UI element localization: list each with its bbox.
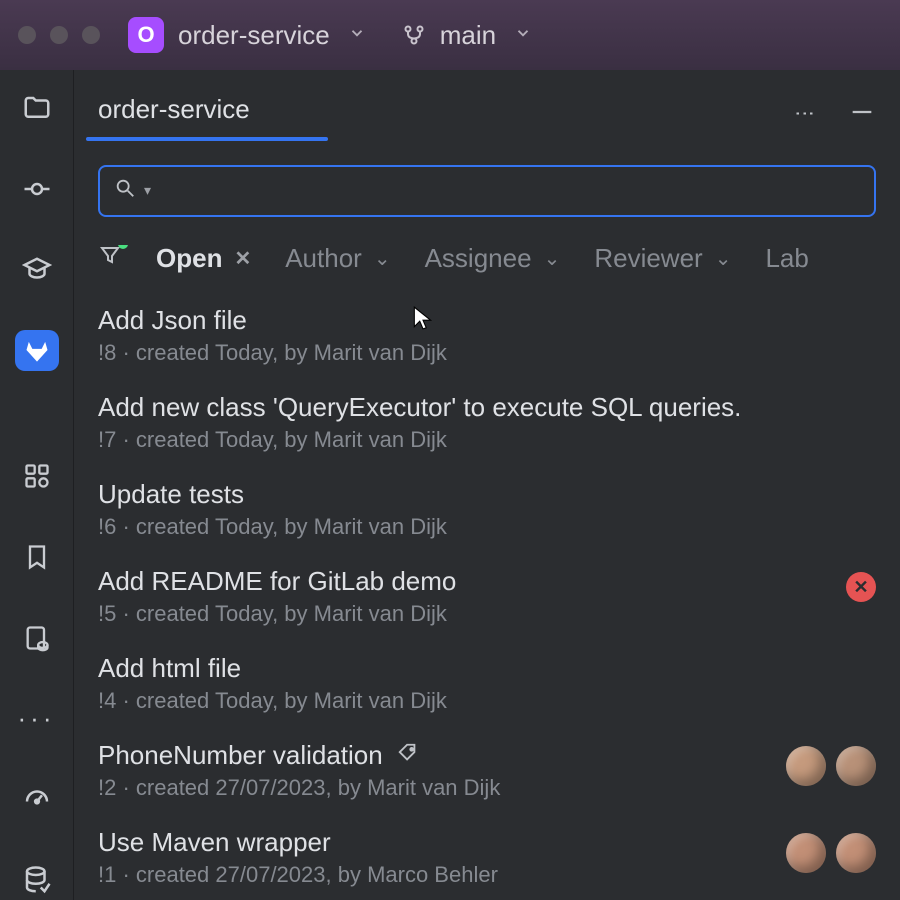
mr-title: Use Maven wrapper xyxy=(98,827,331,858)
mr-title: PhoneNumber validation xyxy=(98,740,383,771)
pipeline-failed-icon[interactable]: ✕ xyxy=(846,572,876,602)
sidebar-more-icon[interactable]: ··· xyxy=(15,698,59,739)
filter-assignee[interactable]: Assignee ⌄ xyxy=(425,245,561,273)
chevron-down-icon xyxy=(510,22,536,48)
sidebar-persistence-icon[interactable] xyxy=(15,617,59,658)
window-max-dot[interactable] xyxy=(82,26,100,44)
merge-request-item[interactable]: Add Json file !8 · created Today, by Mar… xyxy=(98,291,876,378)
mr-meta: !6 · created Today, by Marit van Dijk xyxy=(98,514,876,540)
sidebar-bookmark-icon[interactable] xyxy=(15,537,59,578)
window-close-dot[interactable] xyxy=(18,26,36,44)
avatar[interactable] xyxy=(836,833,876,873)
filter-author-label: Author xyxy=(285,245,362,273)
avatar[interactable] xyxy=(786,833,826,873)
chevron-down-icon: ⌄ xyxy=(544,246,561,271)
sidebar-gitlab-icon[interactable] xyxy=(15,330,59,371)
tool-sidebar: ··· xyxy=(0,70,74,900)
branch-name: main xyxy=(440,20,496,51)
chevron-down-icon: ⌄ xyxy=(715,246,732,271)
search-box[interactable]: ▾ xyxy=(98,165,876,217)
branch-switcher[interactable]: main xyxy=(402,20,536,51)
filter-assignee-label: Assignee xyxy=(425,245,532,273)
mr-meta: !4 · created Today, by Marit van Dijk xyxy=(98,688,876,714)
filter-lab-label: Lab xyxy=(765,245,808,273)
chevron-down-icon: ⌄ xyxy=(374,246,391,271)
filter-open-label: Open xyxy=(156,245,222,273)
project-switcher[interactable]: O order-service xyxy=(128,17,370,53)
mr-meta: !7 · created Today, by Marit van Dijk xyxy=(98,427,876,453)
window-controls xyxy=(18,26,100,44)
gitlab-panel: order-service ⋮ ▾ Open xyxy=(74,70,900,900)
panel-options-icon[interactable]: ⋮ xyxy=(793,104,818,126)
merge-request-item[interactable]: Add html file !4 · created Today, by Mar… xyxy=(98,639,876,726)
avatar[interactable] xyxy=(786,746,826,786)
sidebar-dashboard-icon[interactable] xyxy=(15,779,59,820)
project-name: order-service xyxy=(178,20,330,51)
panel-tabs: order-service xyxy=(98,88,250,141)
merge-request-item[interactable]: Add new class 'QueryExecutor' to execute… xyxy=(98,378,876,465)
filter-reviewer-label: Reviewer xyxy=(594,245,702,273)
sidebar-database-icon[interactable] xyxy=(15,859,59,900)
filter-reviewer[interactable]: Reviewer ⌄ xyxy=(594,245,731,273)
merge-request-item[interactable]: Use Maven wrapper !1 · created 27/07/202… xyxy=(98,813,876,900)
project-badge-letter: O xyxy=(137,22,154,48)
search-icon xyxy=(114,177,136,205)
mr-meta: !1 · created 27/07/2023, by Marco Behler xyxy=(98,862,774,888)
merge-request-item[interactable]: Add README for GitLab demo !5 · created … xyxy=(98,552,876,639)
mr-meta: !8 · created Today, by Marit van Dijk xyxy=(98,340,876,366)
branch-icon xyxy=(402,23,426,47)
merge-request-list: Add Json file !8 · created Today, by Mar… xyxy=(98,291,876,900)
sidebar-learn-icon[interactable] xyxy=(15,249,59,290)
merge-request-item[interactable]: Update tests !6 · created Today, by Mari… xyxy=(98,465,876,552)
merge-request-item[interactable]: PhoneNumber validation !2 · created 27/0… xyxy=(98,726,876,813)
sidebar-structure-icon[interactable] xyxy=(15,456,59,497)
filter-icon[interactable] xyxy=(98,245,122,273)
filter-row: Open ✕ Author ⌄ Assignee ⌄ Reviewer ⌄ La… xyxy=(98,245,876,273)
sidebar-commit-icon[interactable] xyxy=(15,169,59,210)
filter-state-open[interactable]: Open ✕ xyxy=(156,245,251,273)
label-icon xyxy=(397,740,419,771)
avatar[interactable] xyxy=(836,746,876,786)
mr-title: Add html file xyxy=(98,653,241,684)
chevron-down-icon xyxy=(344,22,370,48)
close-icon[interactable]: ✕ xyxy=(234,246,251,271)
panel-collapse-icon[interactable] xyxy=(848,98,876,132)
mr-title: Add Json file xyxy=(98,305,247,336)
project-badge: O xyxy=(128,17,164,53)
tab-order-service[interactable]: order-service xyxy=(98,88,250,141)
search-dropdown-icon[interactable]: ▾ xyxy=(144,182,151,199)
sidebar-project-icon[interactable] xyxy=(15,88,59,129)
window-titlebar: O order-service main xyxy=(0,0,900,70)
mr-title: Update tests xyxy=(98,479,244,510)
window-min-dot[interactable] xyxy=(50,26,68,44)
filter-lab[interactable]: Lab xyxy=(765,245,808,273)
mr-title: Add README for GitLab demo xyxy=(98,566,456,597)
tab-label: order-service xyxy=(98,94,250,124)
search-input[interactable] xyxy=(161,177,860,205)
filter-author[interactable]: Author ⌄ xyxy=(285,245,390,273)
mr-meta: !2 · created 27/07/2023, by Marit van Di… xyxy=(98,775,774,801)
mr-title: Add new class 'QueryExecutor' to execute… xyxy=(98,392,741,423)
mr-meta: !5 · created Today, by Marit van Dijk xyxy=(98,601,834,627)
